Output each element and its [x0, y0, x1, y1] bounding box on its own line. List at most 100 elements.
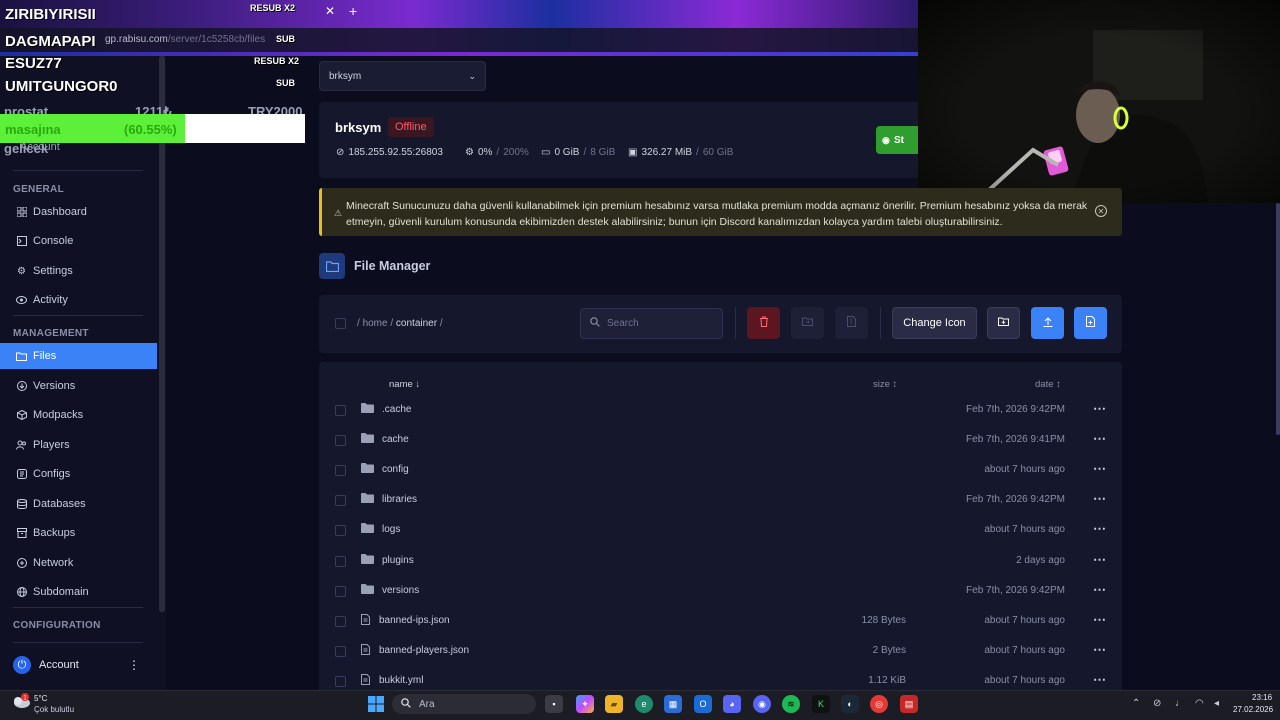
- file-name[interactable]: bukkit.yml: [379, 675, 423, 686]
- move-button[interactable]: [791, 307, 824, 339]
- streaming-app-icon[interactable]: ▤: [900, 695, 918, 713]
- network-off-icon[interactable]: ⊘: [1153, 698, 1161, 709]
- change-icon-button[interactable]: Change Icon: [892, 307, 977, 339]
- sidebar-item-settings[interactable]: ⚙ Settings: [0, 258, 157, 284]
- wifi-icon[interactable]: ◠: [1195, 698, 1204, 709]
- new-tab-icon[interactable]: +: [349, 3, 357, 19]
- column-header-size[interactable]: size ↕: [873, 379, 897, 390]
- more-options-icon[interactable]: ⋯: [1093, 672, 1106, 688]
- file-name[interactable]: .cache: [382, 404, 411, 415]
- sidebar-item-subdomain[interactable]: Subdomain: [0, 579, 157, 605]
- copilot-icon[interactable]: ✦: [576, 695, 594, 713]
- sidebar-item-versions[interactable]: Versions: [0, 373, 157, 399]
- tray-expand-icon[interactable]: ⌃: [1132, 698, 1140, 709]
- row-checkbox[interactable]: [335, 556, 346, 567]
- table-row[interactable]: config about 7 hours ago ⋯: [319, 455, 1122, 485]
- server-address[interactable]: ⊘ 185.255.92.55:26803: [336, 147, 443, 158]
- close-tab-icon[interactable]: ✕: [325, 4, 335, 18]
- sidebar-item-dashboard[interactable]: Dashboard: [0, 199, 157, 225]
- messenger-icon[interactable]: ◉: [753, 695, 771, 713]
- weather-icon[interactable]: 1: [11, 693, 31, 714]
- new-folder-button[interactable]: [987, 307, 1020, 339]
- outlook-icon[interactable]: O: [694, 695, 712, 713]
- windows-start-icon[interactable]: [368, 696, 384, 712]
- more-options-icon[interactable]: ⋯: [1093, 491, 1106, 507]
- clock-time[interactable]: 23:16: [1252, 693, 1272, 702]
- search-input[interactable]: Search: [580, 308, 723, 339]
- account-options-icon[interactable]: ⋮: [128, 658, 140, 672]
- table-row[interactable]: cache Feb 7th, 2026 9:41PM ⋯: [319, 425, 1122, 455]
- row-checkbox[interactable]: [335, 525, 346, 536]
- more-options-icon[interactable]: ⋯: [1093, 461, 1106, 477]
- more-options-icon[interactable]: ⋯: [1093, 521, 1106, 537]
- table-row[interactable]: libraries Feb 7th, 2026 9:42PM ⋯: [319, 485, 1122, 515]
- more-options-icon[interactable]: ⋯: [1093, 612, 1106, 628]
- file-name[interactable]: banned-ips.json: [379, 615, 450, 626]
- more-options-icon[interactable]: ⋯: [1093, 582, 1106, 598]
- row-checkbox[interactable]: [335, 616, 346, 627]
- edge-icon[interactable]: e: [635, 695, 653, 713]
- table-row[interactable]: plugins 2 days ago ⋯: [319, 546, 1122, 576]
- sidebar-item-modpacks[interactable]: Modpacks: [0, 402, 157, 428]
- table-row[interactable]: logs about 7 hours ago ⋯: [319, 515, 1122, 545]
- row-checkbox[interactable]: [335, 586, 346, 597]
- row-checkbox[interactable]: [335, 646, 346, 657]
- select-all-checkbox[interactable]: [335, 318, 346, 329]
- table-row[interactable]: banned-players.json 2 Bytes about 7 hour…: [319, 636, 1122, 666]
- sidebar-item-configs[interactable]: Configs: [0, 461, 157, 487]
- volume-icon[interactable]: ◂: [1214, 698, 1219, 709]
- chrome-icon[interactable]: ◎: [870, 695, 888, 713]
- breadcrumb-home[interactable]: home: [363, 318, 388, 329]
- sidebar-item-backups[interactable]: Backups: [0, 520, 157, 546]
- breadcrumb-current[interactable]: container: [396, 318, 437, 329]
- column-header-name[interactable]: name ↓: [389, 379, 420, 390]
- spotify-icon[interactable]: ≋: [782, 695, 800, 713]
- steam-icon[interactable]: ◐: [841, 695, 859, 713]
- clock-date[interactable]: 27.02.2026: [1233, 705, 1273, 714]
- upload-button[interactable]: [1031, 307, 1064, 339]
- start-button[interactable]: ◉ St: [876, 126, 922, 154]
- file-name[interactable]: cache: [382, 434, 409, 445]
- file-name[interactable]: config: [382, 464, 409, 475]
- row-checkbox[interactable]: [335, 495, 346, 506]
- file-name[interactable]: plugins: [382, 555, 414, 566]
- file-name[interactable]: libraries: [382, 494, 417, 505]
- more-options-icon[interactable]: ⋯: [1093, 431, 1106, 447]
- row-checkbox[interactable]: [335, 676, 346, 687]
- sidebar-item-players[interactable]: Players: [0, 432, 157, 458]
- file-explorer-icon[interactable]: ▰: [605, 695, 623, 713]
- task-view-icon[interactable]: ▪: [545, 695, 563, 713]
- more-options-icon[interactable]: ⋯: [1093, 401, 1106, 417]
- kick-icon[interactable]: K: [812, 695, 830, 713]
- microphone-icon[interactable]: ♩: [1175, 698, 1185, 709]
- sidebar-item-network[interactable]: Network: [0, 550, 157, 576]
- sidebar-item-files[interactable]: Files: [0, 343, 157, 369]
- file-name[interactable]: logs: [382, 524, 400, 535]
- sidebar-item-databases[interactable]: Databases: [0, 491, 157, 517]
- delete-button[interactable]: [747, 307, 780, 339]
- close-icon[interactable]: ✕: [1095, 205, 1107, 217]
- page-scrollbar[interactable]: [1276, 203, 1280, 435]
- more-options-icon[interactable]: ⋯: [1093, 552, 1106, 568]
- taskbar-search[interactable]: Ara: [392, 694, 536, 714]
- archive-button[interactable]: [835, 307, 868, 339]
- table-row[interactable]: .cache Feb 7th, 2026 9:42PM ⋯: [319, 395, 1122, 425]
- sidebar-item-activity[interactable]: Activity: [0, 287, 157, 313]
- row-checkbox[interactable]: [335, 405, 346, 416]
- more-options-icon[interactable]: ⋯: [1093, 642, 1106, 658]
- account-menu[interactable]: ⏻ Account: [13, 655, 143, 675]
- column-header-date[interactable]: date ↕: [1035, 379, 1061, 390]
- address-text[interactable]: gp.rabisu.com/server/1c5258cb/files: [105, 34, 265, 45]
- discord-icon[interactable]: ◕: [723, 695, 741, 713]
- file-name[interactable]: versions: [382, 585, 419, 596]
- table-row[interactable]: bukkit.yml 1.12 KiB about 7 hours ago ⋯: [319, 666, 1122, 690]
- new-file-button[interactable]: [1074, 307, 1107, 339]
- server-selector[interactable]: brksym ⌄: [319, 61, 486, 91]
- row-checkbox[interactable]: [335, 435, 346, 446]
- row-checkbox[interactable]: [335, 465, 346, 476]
- store-icon[interactable]: ▦: [664, 695, 682, 713]
- table-row[interactable]: versions Feb 7th, 2026 9:42PM ⋯: [319, 576, 1122, 606]
- file-name[interactable]: banned-players.json: [379, 645, 469, 656]
- sidebar-item-console[interactable]: Console: [0, 228, 157, 254]
- table-row[interactable]: banned-ips.json 128 Bytes about 7 hours …: [319, 606, 1122, 636]
